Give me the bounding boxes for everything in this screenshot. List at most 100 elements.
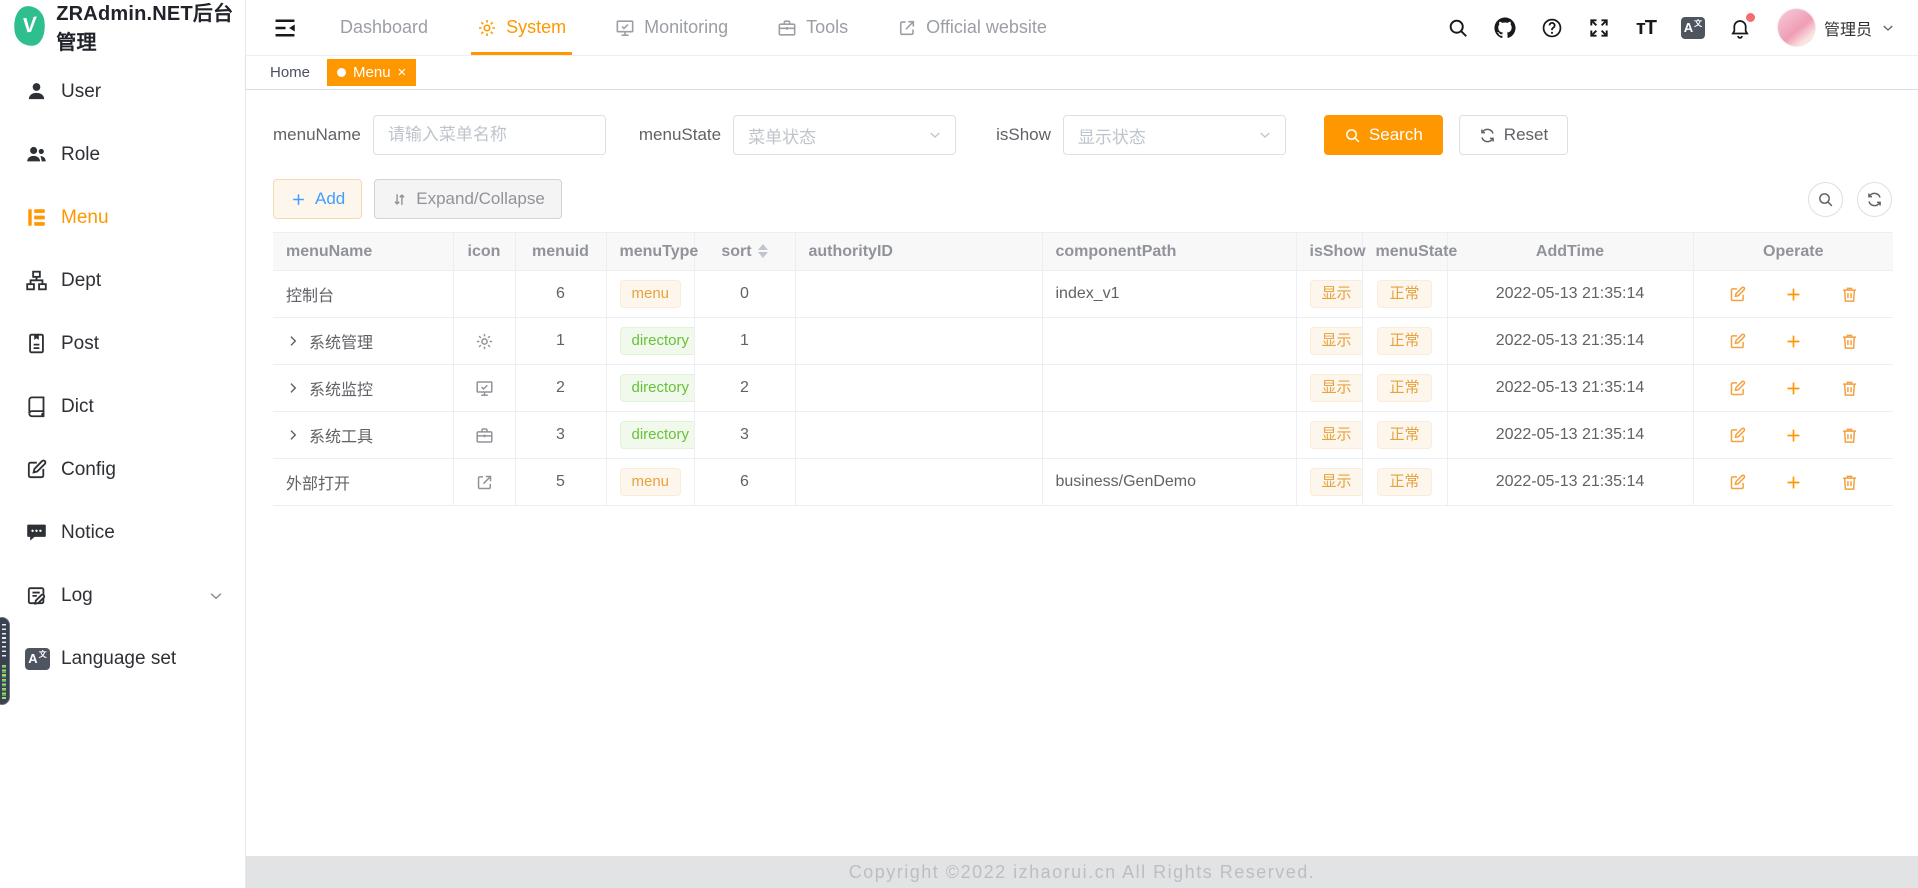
add-child-button[interactable] [1784, 285, 1803, 304]
add-child-button[interactable] [1784, 426, 1803, 445]
page-content: menuName menuState 菜单状态 isShow 显示状态 Sear [246, 90, 1918, 856]
cell-add-time: 2022-05-13 21:35:14 [1447, 318, 1693, 365]
cell-sort: 6 [694, 459, 795, 506]
toggle-search-button[interactable] [1808, 182, 1843, 217]
extension-stripes [2, 624, 6, 657]
column-header-authorityID: authorityID [795, 233, 1042, 271]
search-button[interactable]: Search [1324, 115, 1443, 155]
header-toolbar: тT A文 管理员 [1446, 8, 1896, 47]
menu-name-wrap: 控制台 [286, 282, 440, 306]
nav-item-label: Official website [926, 17, 1047, 38]
nav-item-dashboard[interactable]: Dashboard [340, 0, 428, 55]
nav-item-system[interactable]: System [477, 0, 566, 55]
logo-row[interactable]: V ZRAdmin.NET后台管理 [0, 0, 245, 52]
edit-row-button[interactable] [1728, 379, 1747, 398]
menu-state-select[interactable]: 菜单状态 [733, 115, 956, 155]
cell-menuid: 5 [515, 459, 606, 506]
delete-row-button[interactable] [1840, 332, 1859, 351]
search-icon[interactable] [1446, 16, 1470, 40]
menu-state-label: menuState [639, 125, 721, 145]
add-child-button[interactable] [1784, 332, 1803, 351]
cell-icon [453, 365, 515, 412]
dict-icon [25, 395, 48, 418]
notification-badge [1746, 13, 1755, 22]
cell-authority-id [795, 459, 1042, 506]
sidebar-item-dict[interactable]: Dict [0, 375, 245, 438]
close-icon[interactable]: × [398, 65, 407, 80]
chevron-down-icon [207, 587, 225, 605]
delete-row-button[interactable] [1840, 379, 1859, 398]
briefcase-icon [475, 426, 494, 445]
sidebar-item-role[interactable]: Role [0, 123, 245, 186]
sidebar-item-notice[interactable]: Notice [0, 501, 245, 564]
refresh-table-button[interactable] [1857, 182, 1892, 217]
expand-collapse-button[interactable]: Expand/Collapse [374, 179, 562, 219]
add-child-button[interactable] [1784, 379, 1803, 398]
column-header-label: AddTime [1536, 243, 1604, 260]
sidebar-item-label: Notice [61, 522, 115, 544]
menu-tree-icon [25, 206, 48, 229]
sidebar-collapse-icon[interactable] [272, 15, 298, 41]
delete-row-button[interactable] [1840, 473, 1859, 492]
column-header-label: isShow [1310, 243, 1366, 260]
sidebar-item-user[interactable]: User [0, 60, 245, 123]
row-actions [1707, 332, 1881, 351]
sidebar-item-label: Dict [61, 396, 94, 418]
nav-item-official-website[interactable]: Official website [897, 0, 1047, 55]
cell-add-time: 2022-05-13 21:35:14 [1447, 271, 1693, 318]
question-icon[interactable] [1540, 16, 1564, 40]
tab-home[interactable]: Home [268, 60, 312, 85]
sidebar-item-config[interactable]: Config [0, 438, 245, 501]
menu-state-tag: 正常 [1377, 468, 1431, 496]
expand-row-icon[interactable] [286, 381, 300, 395]
edit-row-button[interactable] [1728, 285, 1747, 304]
add-child-button[interactable] [1784, 473, 1803, 492]
add-button[interactable]: Add [273, 179, 362, 219]
edit-row-button[interactable] [1728, 332, 1747, 351]
font-size-icon[interactable]: тT [1634, 16, 1658, 40]
sidebar-item-log[interactable]: Log [0, 564, 245, 627]
expand-collapse-label: Expand/Collapse [416, 189, 545, 209]
user-name: 管理员 [1824, 16, 1872, 40]
sidebar-item-post[interactable]: Post [0, 312, 245, 375]
fullscreen-icon[interactable] [1587, 16, 1611, 40]
delete-row-button[interactable] [1840, 285, 1859, 304]
delete-row-button[interactable] [1840, 426, 1859, 445]
menu-name-text: 系统监控 [309, 376, 373, 400]
github-icon[interactable] [1493, 16, 1517, 40]
avatar[interactable] [1777, 8, 1816, 47]
is-show-select[interactable]: 显示状态 [1063, 115, 1286, 155]
menu-name-input[interactable] [373, 115, 606, 155]
edit-row-button[interactable] [1728, 473, 1747, 492]
briefcase-icon [777, 18, 797, 38]
cell-menu-state: 正常 [1362, 271, 1447, 318]
cell-is-show: 显示 [1296, 459, 1362, 506]
column-header-menuState: menuState [1362, 233, 1447, 271]
expand-row-icon[interactable] [286, 428, 300, 442]
user-menu[interactable]: 管理员 [1777, 8, 1896, 47]
reset-button[interactable]: Reset [1459, 115, 1568, 155]
nav-item-label: Dashboard [340, 17, 428, 38]
sidebar-item-language-set[interactable]: A文Language set [0, 627, 245, 690]
active-tab-dot [337, 68, 346, 77]
menu-name-text: 外部打开 [286, 470, 350, 494]
edit-row-button[interactable] [1728, 426, 1747, 445]
plus-icon [290, 191, 307, 208]
sort-asc-caret[interactable] [758, 244, 768, 250]
refresh-icon [1866, 191, 1883, 208]
cell-menu-state: 正常 [1362, 459, 1447, 506]
nav-item-tools[interactable]: Tools [777, 0, 848, 55]
translate-icon[interactable]: A文 [1681, 16, 1705, 40]
sidebar-item-menu[interactable]: Menu [0, 186, 245, 249]
column-header-sort[interactable]: sort [694, 233, 795, 271]
tab-menu[interactable]: Menu× [327, 59, 416, 86]
sidebar-item-dept[interactable]: Dept [0, 249, 245, 312]
browser-extension-handle[interactable] [0, 617, 10, 705]
sort-desc-caret[interactable] [758, 252, 768, 258]
sort-carets-icon[interactable] [758, 244, 768, 258]
expand-row-icon[interactable] [286, 334, 300, 348]
nav-item-monitoring[interactable]: Monitoring [615, 0, 728, 55]
bell-icon[interactable] [1728, 16, 1752, 40]
menu-name-text: 系统工具 [309, 423, 373, 447]
cell-add-time: 2022-05-13 21:35:14 [1447, 459, 1693, 506]
